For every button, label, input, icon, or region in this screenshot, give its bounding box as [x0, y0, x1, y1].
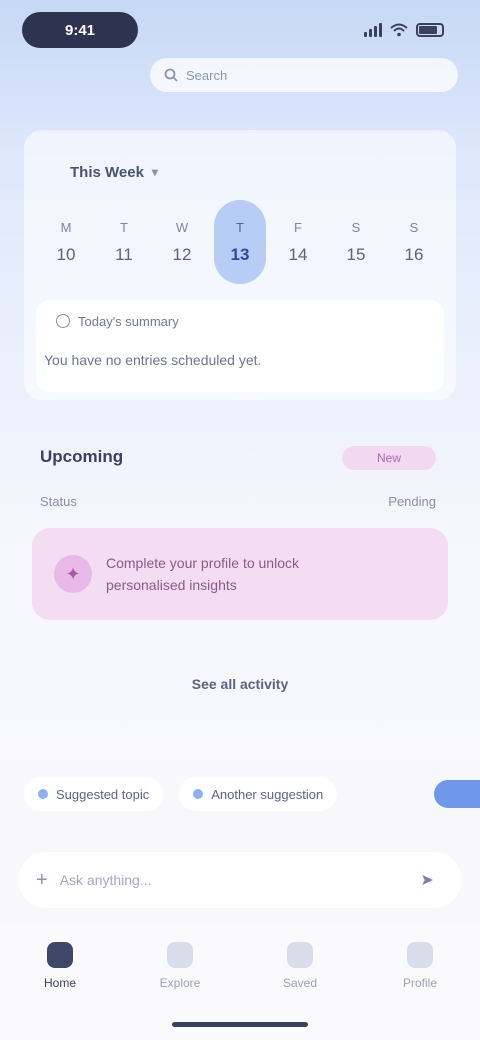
suggestion-chip[interactable]: Suggested topic [24, 777, 164, 811]
promo-banner[interactable]: ✦ Complete your profile to unlock person… [32, 528, 448, 620]
day-weekday: F [294, 219, 302, 235]
chip-label: Another suggestion [211, 786, 324, 802]
suggestion-chips: Suggested topic Another suggestion [24, 776, 480, 812]
suggestion-chip[interactable]: Another suggestion [179, 777, 338, 811]
day-number: 12 [172, 244, 192, 264]
day-weekday: S [409, 219, 419, 235]
day-weekday: M [60, 219, 72, 235]
promo-line-2: personalised insights [106, 577, 237, 593]
scroll-more-chip[interactable] [434, 780, 480, 808]
promo-text: Complete your profile to unlock personal… [106, 552, 299, 596]
day-weekday: T [120, 219, 128, 235]
tab-label: Saved [282, 976, 318, 990]
chip-dot-icon [193, 789, 204, 799]
day-number: 11 [115, 244, 133, 264]
calendar-title-text: This Week [70, 163, 144, 181]
section-title: Upcoming [40, 447, 124, 466]
tab-label: Profile [402, 976, 437, 990]
calendar-title: This Week ▾ [70, 158, 270, 186]
summary-heading: Today's summary [56, 310, 179, 332]
person-icon [407, 942, 433, 968]
home-indicator [172, 1022, 308, 1027]
tab-profile[interactable]: Profile [380, 942, 460, 1040]
send-icon: ➤ [420, 872, 434, 889]
status-label: Status [40, 494, 77, 509]
tab-home[interactable]: Home [20, 942, 100, 1040]
day-cell[interactable]: T 13 [214, 200, 266, 284]
day-weekday: W [175, 219, 189, 235]
message-input-bar: + ➤ [18, 852, 462, 908]
day-cell[interactable]: W 12 [156, 200, 208, 284]
send-button[interactable]: ➤ [410, 863, 444, 897]
day-cell[interactable]: T 11 [98, 200, 150, 284]
chip-label: Suggested topic [56, 786, 150, 802]
search-placeholder: Search [186, 67, 228, 83]
signal-icon [364, 23, 382, 37]
day-weekday: T [236, 219, 244, 235]
home-icon [47, 942, 73, 968]
day-weekday: S [351, 219, 361, 235]
plus-icon[interactable]: + [36, 869, 48, 892]
search-bar[interactable]: Search [150, 58, 458, 92]
promo-line-1: Complete your profile to unlock [106, 555, 299, 571]
summary-body: You have no entries scheduled yet. [44, 352, 262, 368]
day-number: 15 [346, 244, 366, 264]
day-cell[interactable]: M 10 [40, 200, 92, 284]
search-icon [164, 68, 178, 82]
tab-label: Home [43, 976, 76, 990]
status-value: Pending [388, 494, 436, 509]
day-cell[interactable]: S 16 [388, 200, 440, 284]
chip-dot-icon [38, 789, 48, 799]
day-number: 14 [288, 244, 308, 264]
day-number: 13 [230, 244, 250, 264]
day-number: 16 [404, 244, 424, 264]
bookmark-icon [287, 942, 313, 968]
status-icons [364, 20, 444, 40]
info-icon [56, 314, 70, 328]
day-number: 10 [56, 244, 76, 264]
status-time: 9:41 [22, 12, 138, 48]
day-cell[interactable]: F 14 [272, 200, 324, 284]
day-cell[interactable]: S 15 [330, 200, 382, 284]
summary-heading-text: Today's summary [78, 313, 179, 329]
tab-label: Explore [159, 976, 201, 990]
sparkle-icon: ✦ [54, 555, 92, 593]
battery-icon [416, 23, 444, 37]
chevron-down-icon[interactable]: ▾ [152, 165, 158, 179]
message-input[interactable] [59, 872, 398, 888]
compass-icon [167, 942, 193, 968]
section-tag[interactable]: New [342, 446, 436, 470]
see-all-link[interactable]: See all activity [0, 676, 480, 692]
wifi-icon [390, 23, 408, 37]
week-strip: M 10 T 11 W 12 T 13 F 14 S 15 S 16 [40, 200, 440, 284]
